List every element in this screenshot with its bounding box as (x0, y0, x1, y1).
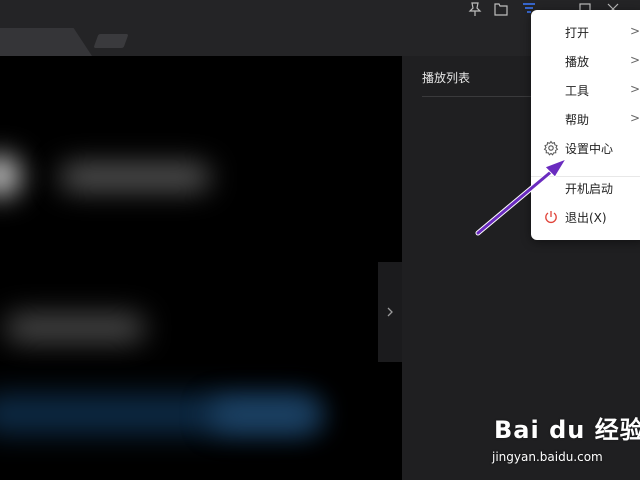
playlist-title: 播放列表 (422, 71, 471, 85)
menu-item-help[interactable]: 帮助 > (531, 105, 640, 133)
tab-decoration-small (93, 34, 129, 48)
menu-item-tools[interactable]: 工具 > (531, 76, 640, 104)
power-icon (543, 209, 559, 225)
blurred-content (0, 156, 20, 196)
menu-item-startup[interactable]: 开机启动 (531, 174, 640, 202)
baidu-watermark: Bai du 经验 jingyan.baidu.com (492, 410, 640, 472)
menu-item-settings[interactable]: 设置中心 (531, 134, 640, 162)
menu-item-label: 开机启动 (565, 182, 614, 196)
tab-decoration (0, 28, 92, 56)
menu-item-label: 退出(X) (565, 211, 607, 225)
watermark-url: jingyan.baidu.com (492, 450, 603, 464)
watermark-logo: Bai du 经验 (494, 416, 640, 444)
menu-item-label: 播放 (565, 55, 590, 69)
menu-item-label: 工具 (565, 84, 590, 98)
menu-item-label: 打开 (565, 26, 590, 40)
chevron-right-icon: > (630, 82, 640, 96)
blurred-content (210, 401, 320, 429)
chevron-right-icon: > (630, 111, 640, 125)
blurred-content (60, 164, 210, 190)
collapse-playlist-button[interactable] (378, 262, 402, 362)
menu-item-play[interactable]: 播放 > (531, 47, 640, 75)
menu-item-exit[interactable]: 退出(X) (531, 203, 640, 231)
menu-item-label: 帮助 (565, 113, 590, 127)
chevron-right-icon: > (630, 24, 640, 38)
main-menu-dropdown: 打开 > 播放 > 工具 > 帮助 > 设置中心 开机启动 退出(X) (531, 10, 640, 240)
video-area[interactable] (0, 56, 402, 480)
pin-icon[interactable] (464, 0, 486, 18)
folder-icon[interactable] (490, 0, 512, 18)
menu-item-label: 设置中心 (565, 142, 614, 156)
blurred-content (5, 314, 145, 342)
chevron-right-icon: > (630, 53, 640, 67)
gear-icon (543, 140, 559, 156)
chevron-right-icon (387, 307, 393, 317)
menu-item-open[interactable]: 打开 > (531, 18, 640, 46)
